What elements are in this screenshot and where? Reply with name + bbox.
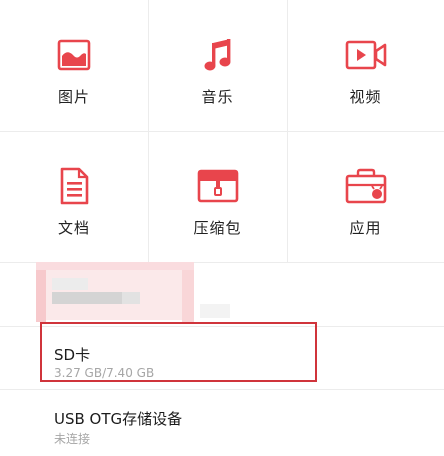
highlight-annotation-box [40, 322, 317, 382]
document-icon [60, 167, 89, 205]
storage-status: 未连接 [54, 432, 91, 446]
category-images[interactable]: 图片 [0, 0, 148, 131]
blur-patch [182, 262, 194, 322]
category-documents[interactable]: 文档 [0, 131, 148, 262]
storage-item-usb-otg[interactable]: USB OTG存储设备 未连接 [0, 390, 444, 456]
blur-patch [36, 262, 194, 270]
category-label: 压缩包 [193, 219, 242, 237]
archive-icon [197, 169, 238, 203]
category-grid: 图片 音乐 视频 文档 压缩包 应用 [0, 0, 444, 263]
category-label: 文档 [57, 219, 90, 237]
storage-name: USB OTG存储设备 [54, 410, 183, 428]
redacted-storage-item[interactable] [36, 262, 230, 324]
blur-patch [52, 292, 122, 304]
blur-patch [200, 304, 230, 318]
image-icon [57, 39, 91, 71]
app-package-icon [345, 168, 386, 204]
category-archives[interactable]: 压缩包 [148, 131, 287, 262]
blur-patch [36, 262, 46, 322]
video-icon [345, 40, 386, 70]
category-apps[interactable]: 应用 [287, 131, 444, 262]
category-label: 应用 [349, 219, 382, 237]
blur-patch [122, 292, 140, 304]
category-label: 图片 [57, 88, 90, 106]
category-videos[interactable]: 视频 [287, 0, 444, 131]
blur-patch [52, 278, 88, 290]
music-icon [204, 39, 230, 71]
file-manager-screen: 图片 音乐 视频 文档 压缩包 应用 SD卡 3.27 GB/7.40 GB U… [0, 0, 444, 456]
category-label: 视频 [349, 88, 382, 106]
category-label: 音乐 [201, 88, 234, 106]
category-music[interactable]: 音乐 [148, 0, 287, 131]
